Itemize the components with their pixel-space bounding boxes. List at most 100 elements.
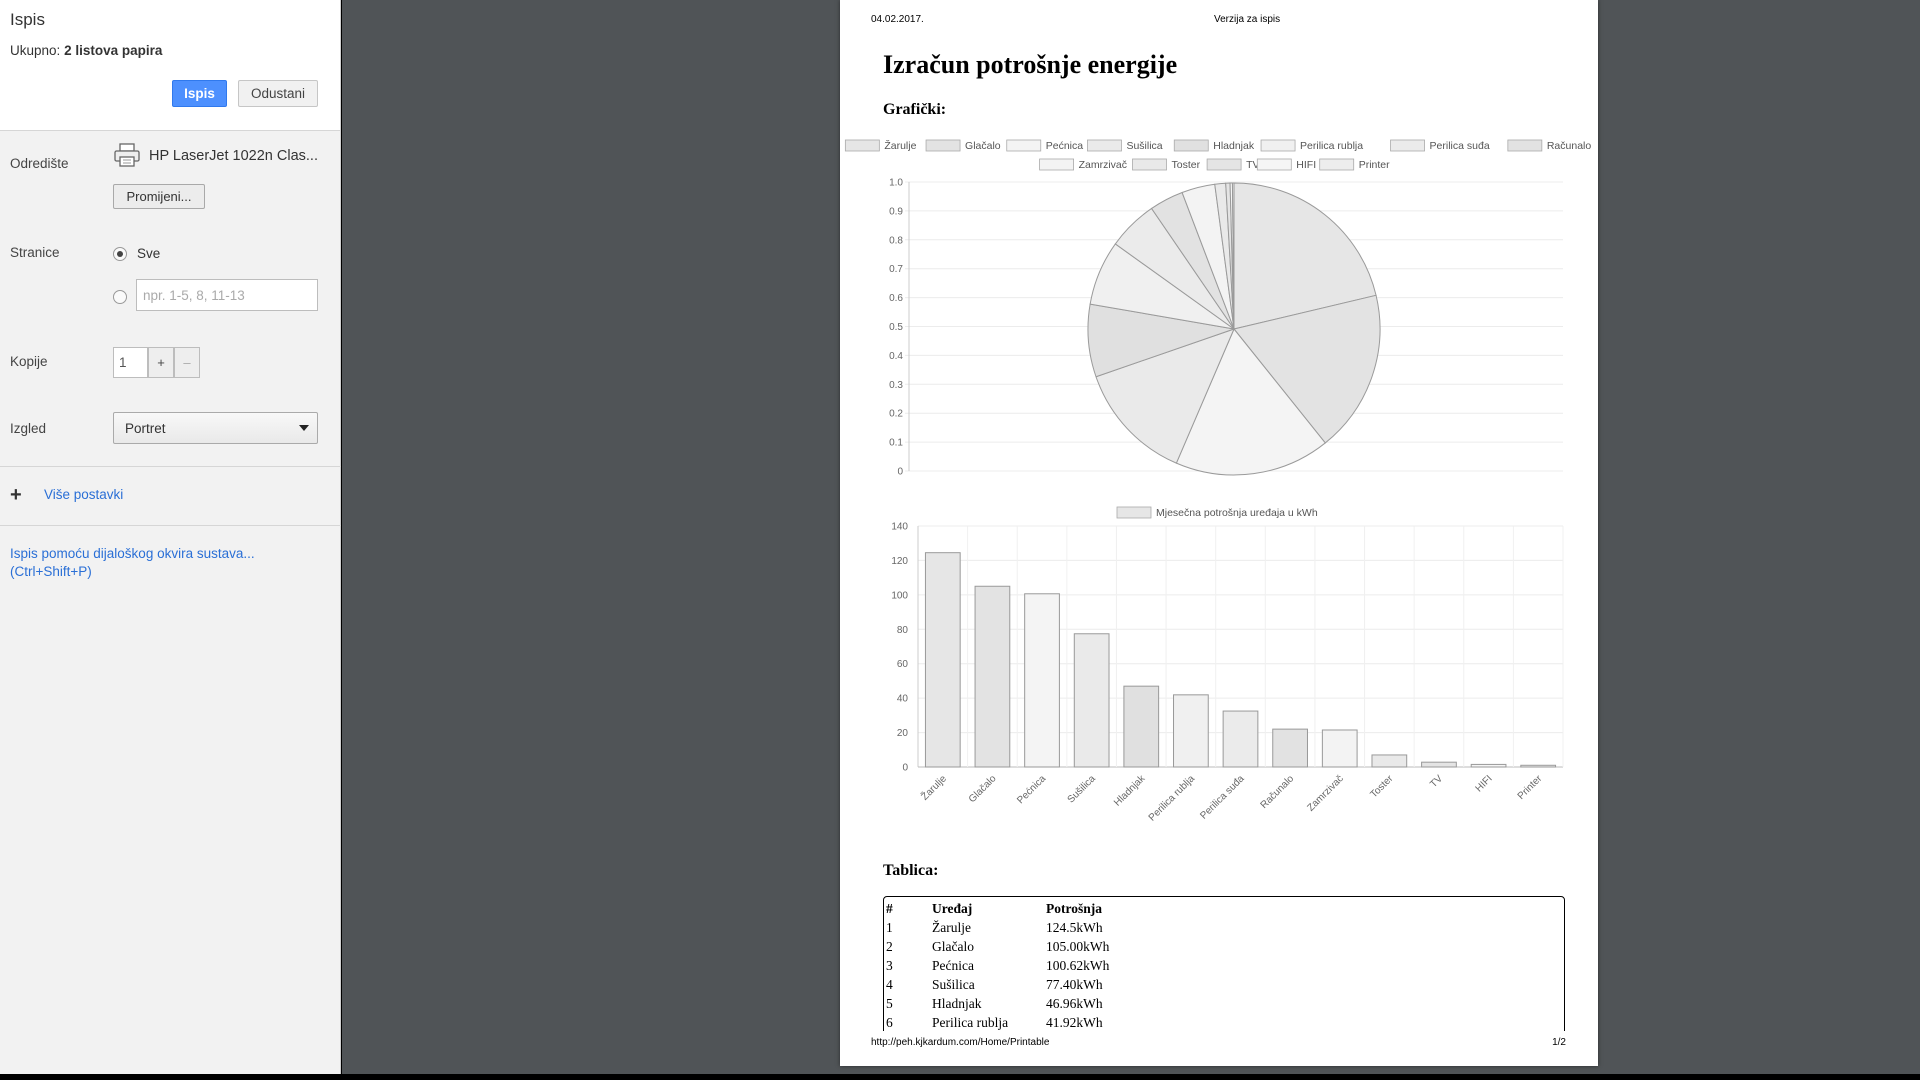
pie-y-tick: 0.2 xyxy=(889,409,903,420)
bar xyxy=(1421,761,1457,768)
bar-x-tick: Žarulje xyxy=(918,772,949,803)
bar-y-tick: 40 xyxy=(897,694,909,705)
table-row: 6 Perilica rublja 41.92kWh xyxy=(886,1013,1186,1032)
pie-legend-swatch xyxy=(1256,158,1292,171)
preview-page: 04.02.2017. Verzija za ispis Izračun pot… xyxy=(840,0,1598,1066)
bar-legend-label: Mjesečna potrošnja uređaja u kWh xyxy=(1156,507,1318,519)
pie-legend-label: HIFI xyxy=(1296,159,1316,171)
pie-legend-label: Zamrzivač xyxy=(1079,159,1127,171)
table-heading: Tablica: xyxy=(883,862,939,879)
pages-range-input[interactable] xyxy=(136,279,318,311)
pie-y-tick: 0 xyxy=(897,467,903,478)
cancel-button[interactable]: Odustani xyxy=(238,80,318,107)
pie-legend-swatch xyxy=(1390,139,1425,152)
table-row: 1 Žarulje 124.5kWh xyxy=(886,918,1186,937)
print-settings-panel: Ispis Ukupno: 2 listova papira Ispis Odu… xyxy=(0,0,341,1074)
table-row: 3 Pećnica 100.62kWh xyxy=(886,956,1186,975)
header-index: # xyxy=(886,900,893,916)
change-destination-button[interactable]: Promijeni... xyxy=(113,184,205,209)
bar-x-tick: Glačalo xyxy=(967,773,999,805)
row-consumption: 105.00kWh xyxy=(1046,938,1110,954)
chevron-down-icon xyxy=(299,425,309,431)
pie-legend-label: Perilica suđa xyxy=(1430,140,1490,152)
pie-legend-swatch xyxy=(1206,158,1242,171)
system-dialog-link[interactable]: Ispis pomoću dijaloškog okvira sustava..… xyxy=(10,545,255,581)
pie-legend-swatch xyxy=(1087,139,1122,152)
row-device: Hladnjak xyxy=(932,995,982,1011)
consumption-table: # Uređaj Potrošnja 1 Žarulje 124.5kWh 2 Glač… xyxy=(886,899,1186,1032)
sheet-total: Ukupno: 2 listova papira xyxy=(10,43,330,58)
pages-all-radio[interactable] xyxy=(113,247,127,261)
bar-x-tick: Pećnica xyxy=(1015,773,1048,806)
bar xyxy=(1321,729,1358,768)
more-settings-link[interactable]: Više postavki xyxy=(44,487,123,502)
system-dialog-text: Ispis pomoću dijaloškog okvira sustava..… xyxy=(10,546,255,561)
pie-legend-label: Računalo xyxy=(1547,140,1592,152)
header-device: Uređaj xyxy=(932,900,973,916)
bar-x-tick: Računalo xyxy=(1259,773,1297,811)
pie-legend-label: Sušilica xyxy=(1126,140,1162,152)
bar xyxy=(1371,754,1408,768)
bar-x-tick: Hladnjak xyxy=(1112,773,1148,809)
bar-x-tick: Printer xyxy=(1516,773,1545,802)
pages-custom-radio[interactable] xyxy=(113,290,127,304)
copies-input[interactable] xyxy=(113,347,148,378)
pie-y-tick: 0.3 xyxy=(889,380,903,391)
bar xyxy=(974,585,1011,768)
bar xyxy=(1470,763,1507,768)
pie-legend-swatch xyxy=(1039,158,1075,171)
bar-y-tick: 120 xyxy=(891,556,908,567)
bar xyxy=(1173,694,1209,768)
system-dialog-shortcut: (Ctrl+Shift+P) xyxy=(10,564,92,579)
pie-legend-label: Toster xyxy=(1172,159,1201,171)
copies-increment-button[interactable]: + xyxy=(148,347,174,378)
destination-label: Odredište xyxy=(10,156,69,171)
charts: 1.0 0.9 0.8 0.7 0.6 0.5 0.4 0.3 0.2 0.1 0 Žarulje Gl… xyxy=(844,139,1592,824)
header-consumption: Potrošnja xyxy=(1046,900,1102,916)
page-footer-url: http://peh.kjkardum.com/Home/Printable xyxy=(871,1037,1050,1048)
row-index: 3 xyxy=(886,957,893,973)
row-index: 6 xyxy=(886,1014,893,1030)
row-device: Žarulje xyxy=(932,919,971,935)
pie-y-tick: 0.7 xyxy=(889,264,903,275)
pie-y-tick: 0.4 xyxy=(889,351,903,362)
table-row: 5 Hladnjak 46.96kWh xyxy=(886,994,1186,1013)
pie-y-tick: 1.0 xyxy=(889,178,903,189)
row-device: Sušilica xyxy=(932,976,975,992)
pie-legend-swatch xyxy=(1260,139,1296,152)
bar-y-tick: 20 xyxy=(897,728,909,739)
print-preview-area: 04.02.2017. Verzija za ispis Izračun pot… xyxy=(342,0,1920,1074)
plus-icon[interactable]: + xyxy=(10,485,22,505)
bar-y-tick: 60 xyxy=(897,659,909,670)
pie-y-tick: 0.5 xyxy=(889,322,903,333)
row-index: 2 xyxy=(886,938,893,954)
bar-y-tick: 140 xyxy=(891,522,908,533)
table-row: 4 Sušilica 77.40kWh xyxy=(886,975,1186,994)
bar-x-tick: Perilica suđa xyxy=(1198,773,1247,822)
pie-legend-swatch xyxy=(1173,139,1209,152)
layout-select[interactable]: Portret xyxy=(113,412,318,444)
row-index: 5 xyxy=(886,995,893,1011)
copies-decrement-button[interactable]: – xyxy=(174,347,200,378)
copies-label: Kopije xyxy=(10,354,48,369)
pie-y-tick: 0.8 xyxy=(889,235,903,246)
divider xyxy=(0,525,341,526)
bar xyxy=(1024,593,1060,768)
bar-y-tick: 100 xyxy=(891,590,908,601)
bar xyxy=(1123,685,1160,768)
row-index: 4 xyxy=(886,976,893,992)
bar xyxy=(924,552,961,768)
layout-label: Izgled xyxy=(10,421,47,436)
dialog-title: Ispis xyxy=(10,10,45,29)
layout-value: Portret xyxy=(125,420,166,436)
divider xyxy=(0,466,341,467)
pie-legend-swatch xyxy=(844,139,880,152)
table-body: 1 Žarulje 124.5kWh 2 Glačalo 105.00kWh 3 Pećnic… xyxy=(886,918,1186,1032)
bar xyxy=(1272,728,1308,768)
pie-legend-label: Printer xyxy=(1359,159,1390,171)
pie-y-tick: 0.1 xyxy=(889,438,903,449)
print-button[interactable]: Ispis xyxy=(172,80,227,107)
page-number: 1/2 xyxy=(1552,1037,1566,1048)
pie-legend-swatch xyxy=(1319,158,1355,171)
bar-x-tick: TV xyxy=(1428,773,1445,790)
